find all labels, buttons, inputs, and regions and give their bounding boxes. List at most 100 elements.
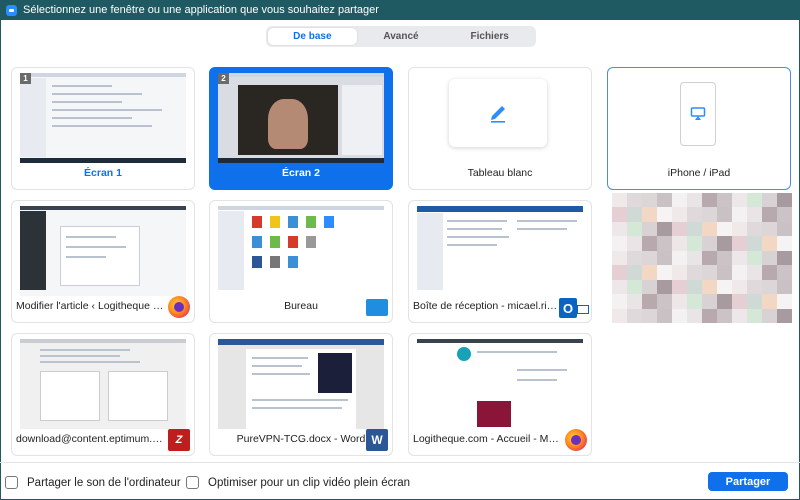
blur-pixel (762, 279, 777, 295)
blur-pixel (762, 236, 777, 251)
blur-pixel (687, 250, 702, 266)
checkbox-label: Partager le son de l'ordinateur (27, 476, 181, 489)
blur-pixel (627, 207, 642, 222)
source-label: Tableau blanc (467, 167, 533, 179)
blur-pixel (687, 279, 702, 295)
pencil-icon (491, 106, 505, 123)
blur-pixel (657, 265, 672, 280)
blur-pixel (612, 279, 627, 295)
firefox-icon (565, 429, 587, 451)
blur-pixel (672, 294, 687, 309)
blur-pixel (702, 308, 717, 323)
window-thumbnail (20, 339, 186, 429)
checkbox[interactable] (186, 476, 199, 489)
blur-pixel (657, 236, 672, 251)
share-computer-sound-checkbox[interactable]: Partager le son de l'ordinateur (5, 476, 181, 489)
window-thumbnail (20, 206, 186, 296)
window-word-purevpn[interactable]: PureVPN-TCG.docx - Word W (209, 333, 393, 456)
blur-pixel (702, 221, 717, 237)
blur-pixel (612, 221, 627, 237)
blur-pixel (702, 250, 717, 266)
blur-pixel (672, 250, 687, 266)
outlook-icon: O (559, 298, 577, 318)
blur-pixel (687, 193, 702, 208)
blur-pixel (612, 265, 627, 280)
blur-pixel (732, 308, 747, 323)
blur-pixel (717, 265, 732, 280)
blur-pixel (687, 221, 702, 237)
blur-pixel (747, 279, 762, 295)
share-screen-2[interactable]: 2 Écran 2 (209, 67, 393, 190)
title-bar: Sélectionnez une fenêtre ou une applicat… (0, 0, 800, 20)
blur-pixel (612, 250, 627, 266)
blur-pixel (717, 294, 732, 309)
blur-pixel (627, 279, 642, 295)
window-outlook-inbox[interactable]: Boîte de réception - micael.ribeir... O (408, 200, 592, 323)
blur-pixel (732, 236, 747, 251)
screen-number-badge: 2 (218, 73, 229, 84)
blur-pixel (657, 279, 672, 295)
blur-pixel (732, 250, 747, 266)
blur-pixel (747, 250, 762, 266)
blur-pixel (777, 193, 792, 208)
blur-pixel (717, 279, 732, 295)
blur-pixel (642, 221, 657, 237)
whiteboard-tile (449, 79, 547, 147)
blurred-window-preview[interactable] (612, 193, 792, 323)
blur-pixel (762, 265, 777, 280)
blur-pixel (732, 193, 747, 208)
source-label: PureVPN-TCG.docx - Word (236, 433, 366, 445)
window-firefox-logitheque-home[interactable]: Logitheque.com - Accueil - Mozi... (408, 333, 592, 456)
window-firefox-logitheque-edit[interactable]: Modifier l'article ‹ Logitheque —... (11, 200, 195, 323)
blur-pixel (627, 193, 642, 208)
blur-pixel (627, 236, 642, 251)
blur-pixel (762, 250, 777, 266)
blur-pixel (687, 308, 702, 323)
tab-advanced[interactable]: Avancé (357, 28, 446, 45)
blur-pixel (777, 221, 792, 237)
blur-pixel (702, 193, 717, 208)
blur-pixel (657, 221, 672, 237)
blur-pixel (747, 308, 762, 323)
blur-pixel (687, 294, 702, 309)
blur-pixel (657, 250, 672, 266)
blur-pixel (777, 250, 792, 266)
window-thumbnail (417, 339, 583, 429)
blur-pixel (732, 279, 747, 295)
blur-pixel (657, 308, 672, 323)
blur-pixel (732, 265, 747, 280)
word-icon: W (366, 429, 388, 451)
optimize-video-checkbox[interactable]: Optimiser pour un clip vidéo plein écran (186, 476, 410, 489)
blur-pixel (717, 308, 732, 323)
blur-pixel (702, 265, 717, 280)
phone-tile (680, 82, 716, 146)
filezilla-icon: Z (168, 429, 190, 451)
blur-pixel (627, 308, 642, 323)
tab-bar: De base Avancé Fichiers (266, 26, 536, 47)
tab-basic[interactable]: De base (268, 28, 357, 45)
share-button[interactable]: Partager (708, 472, 788, 491)
blur-pixel (642, 193, 657, 208)
blur-pixel (627, 265, 642, 280)
blur-pixel (657, 207, 672, 222)
share-whiteboard[interactable]: Tableau blanc (408, 67, 592, 190)
blur-pixel (702, 207, 717, 222)
checkbox[interactable] (5, 476, 18, 489)
blur-pixel (777, 265, 792, 280)
source-label: Logitheque.com - Accueil - Mozi... (413, 433, 561, 445)
blur-pixel (747, 193, 762, 208)
window-filezilla[interactable]: download@content.eptimum.co... Z (11, 333, 195, 456)
blur-pixel (612, 308, 627, 323)
source-label: Boîte de réception - micael.ribeir... (413, 300, 561, 312)
share-screen-1[interactable]: 1 Écran 1 (11, 67, 195, 190)
blur-pixel (762, 207, 777, 222)
blur-pixel (762, 294, 777, 309)
window-desktop[interactable]: Bureau (209, 200, 393, 323)
blur-pixel (717, 221, 732, 237)
blur-pixel (672, 207, 687, 222)
tab-files[interactable]: Fichiers (445, 28, 534, 45)
share-iphone-ipad[interactable]: iPhone / iPad (607, 67, 791, 190)
window-thumbnail (218, 206, 384, 296)
blur-pixel (777, 207, 792, 222)
source-label: iPhone / iPad (667, 167, 731, 179)
